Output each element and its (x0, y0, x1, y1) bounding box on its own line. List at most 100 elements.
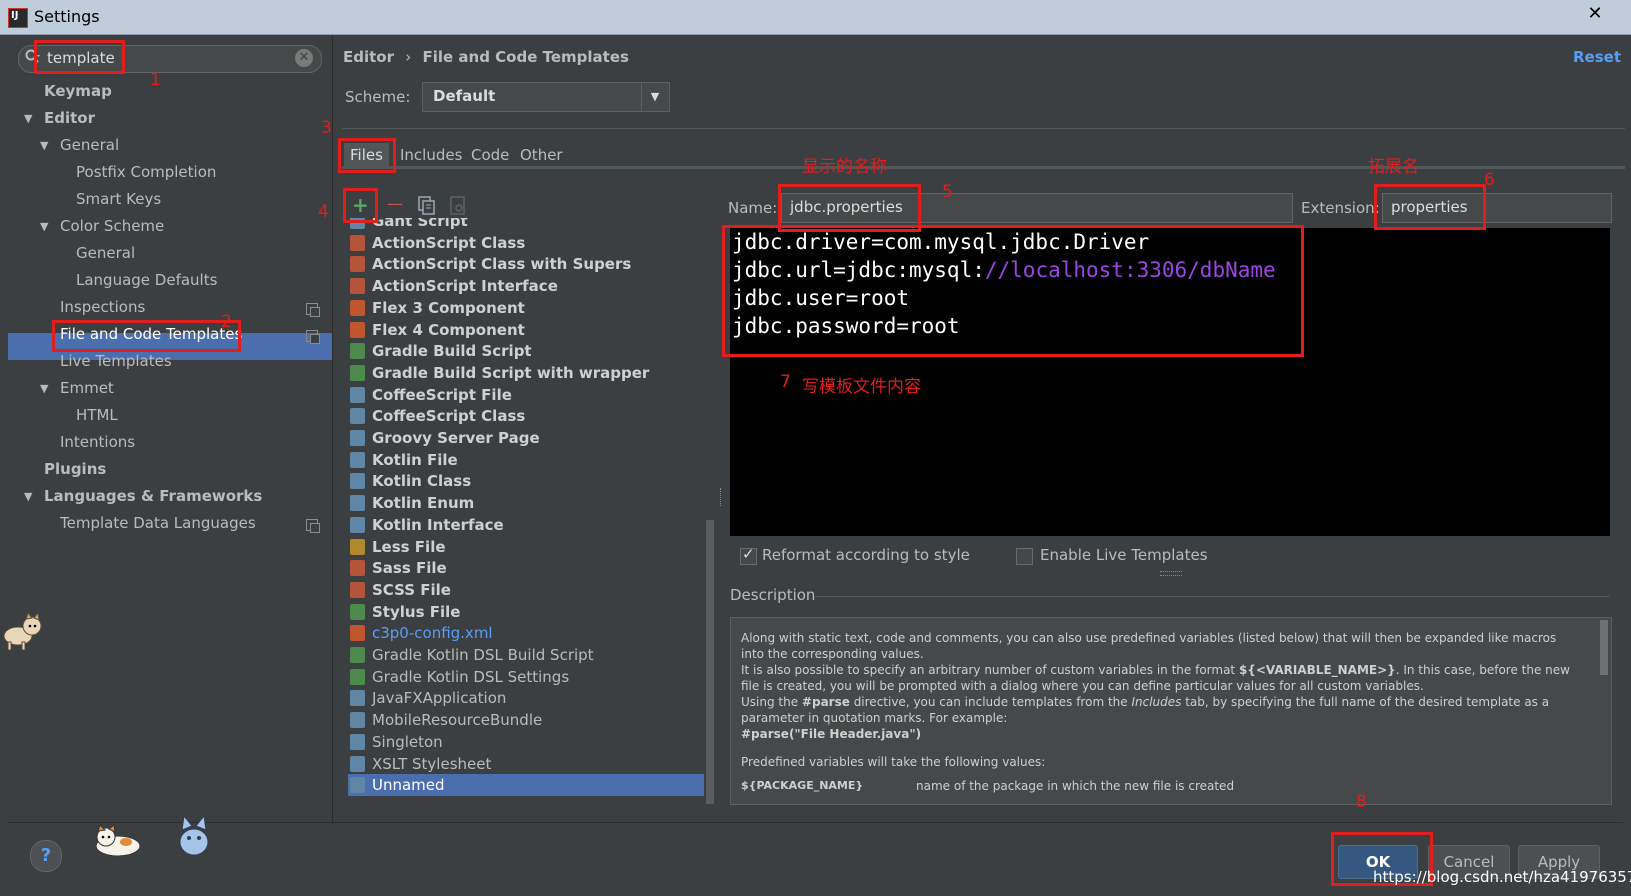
expand-arrow-icon[interactable]: ▼ (40, 139, 48, 152)
expand-arrow-icon[interactable]: ▼ (40, 382, 48, 395)
tree-item-languages-frameworks[interactable]: Languages & Frameworks (44, 483, 262, 510)
tree-item-keymap[interactable]: Keymap (44, 78, 112, 105)
template-list-item[interactable]: Kotlin Interface (348, 514, 704, 536)
expand-arrow-icon[interactable]: ▼ (24, 112, 32, 125)
description-scrollbar[interactable] (1600, 620, 1608, 675)
project-scope-icon (306, 519, 320, 533)
expand-arrow-icon[interactable]: ▼ (40, 220, 48, 233)
tree-item-template-data-languages[interactable]: Template Data Languages (60, 510, 256, 537)
template-list-item[interactable]: c3p0-config.xml (348, 622, 704, 644)
chevron-down-icon[interactable]: ▼ (641, 83, 668, 111)
tree-item-color-general[interactable]: General (76, 240, 135, 267)
watermark-text: https://blog.csdn.net/hza419763578 (1373, 868, 1631, 886)
description-panel[interactable]: Along with static text, code and comment… (730, 617, 1612, 805)
tree-item-editor[interactable]: Editor (44, 105, 95, 132)
tree-item-live-templates[interactable]: Live Templates (60, 348, 172, 375)
template-list-item-label: ActionScript Class with Supers (372, 255, 632, 274)
template-list-item-label: Kotlin Class (372, 472, 472, 491)
less-icon (350, 538, 365, 555)
scheme-dropdown[interactable]: Default ▼ (422, 82, 670, 112)
template-list-item[interactable]: Singleton (348, 731, 704, 753)
template-list-item[interactable]: Gradle Kotlin DSL Build Script (348, 644, 704, 666)
template-list-item[interactable]: Stylus File (348, 601, 704, 623)
description-code: #parse("File Header.java") (741, 727, 922, 741)
template-list-item[interactable]: Flex 4 Component (348, 319, 704, 341)
tab-other[interactable]: Other (514, 143, 569, 167)
file-list-scrollbar[interactable] (706, 520, 714, 804)
template-list-item[interactable]: CoffeeScript File (348, 384, 704, 406)
java-icon (350, 777, 365, 794)
tree-item-general[interactable]: General (60, 132, 119, 159)
template-list-item[interactable]: JavaFXApplication (348, 687, 704, 709)
tree-item-intentions[interactable]: Intentions (60, 429, 135, 456)
template-list-item[interactable]: Kotlin File (348, 449, 704, 471)
template-list-item[interactable]: ActionScript Interface (348, 275, 704, 297)
tree-item-emmet[interactable]: Emmet (60, 375, 114, 402)
reset-to-default-icon[interactable] (450, 196, 466, 220)
template-list-item[interactable]: Gradle Build Script (348, 340, 704, 362)
description-text-part: directive, you can include templates fro… (849, 695, 1132, 709)
variable-name: ${PACKAGE_NAME} (741, 779, 864, 792)
splitter-grip[interactable] (1160, 571, 1182, 576)
template-list-item[interactable]: Flex 3 Component (348, 297, 704, 319)
java-icon (350, 733, 365, 750)
template-list-item[interactable]: MobileResourceBundle (348, 709, 704, 731)
splitter-grip[interactable] (720, 488, 724, 506)
template-list-item[interactable]: Kotlin Class (348, 470, 704, 492)
template-list-item[interactable]: CoffeeScript Class (348, 405, 704, 427)
tree-item-inspections[interactable]: Inspections (60, 294, 145, 321)
tree-item-postfix-completion[interactable]: Postfix Completion (76, 159, 216, 186)
description-title: Description (730, 586, 816, 604)
java-icon (350, 690, 365, 707)
template-list-item-label: Kotlin File (372, 450, 458, 469)
reset-link[interactable]: Reset (1573, 48, 1621, 66)
tree-item-html[interactable]: HTML (76, 402, 118, 429)
mxml-icon (350, 299, 365, 316)
template-list-item[interactable]: Sass File (348, 557, 704, 579)
template-list-item[interactable]: Gradle Kotlin DSL Settings (348, 666, 704, 688)
gradle-icon (350, 343, 365, 360)
tree-item-color-scheme[interactable]: Color Scheme (60, 213, 164, 240)
template-list-item-label: Kotlin Enum (372, 494, 475, 513)
tabs-underline (342, 166, 1625, 169)
sass-icon (350, 560, 365, 577)
reformat-label[interactable]: Reformat according to style (762, 546, 970, 564)
live-templates-label[interactable]: Enable Live Templates (1040, 546, 1208, 564)
gsp-icon (350, 430, 365, 446)
template-list-item[interactable]: ActionScript Class with Supers (348, 253, 704, 275)
tree-item-plugins[interactable]: Plugins (44, 456, 106, 483)
gradle-icon (350, 364, 365, 381)
template-list-item[interactable]: Gant Script (348, 218, 704, 232)
scheme-value: Default (433, 87, 496, 105)
template-list-item[interactable]: Groovy Server Page (348, 427, 704, 449)
copy-template-icon[interactable] (418, 196, 436, 220)
tab-code[interactable]: Code (465, 143, 515, 167)
template-list-item[interactable]: Kotlin Enum (348, 492, 704, 514)
tree-item-language-defaults[interactable]: Language Defaults (76, 267, 217, 294)
template-list-item[interactable]: XSLT Stylesheet (348, 753, 704, 775)
template-list-item-label: ActionScript Class (372, 233, 526, 252)
template-list-item[interactable]: ActionScript Class (348, 232, 704, 254)
help-button[interactable]: ? (30, 840, 62, 872)
template-list-item-label: XSLT Stylesheet (372, 754, 492, 773)
live-templates-checkbox[interactable] (1016, 548, 1033, 565)
expand-arrow-icon[interactable]: ▼ (24, 490, 32, 503)
template-list-item[interactable]: SCSS File (348, 579, 704, 601)
template-list-item[interactable]: Less File (348, 536, 704, 558)
remove-icon[interactable]: — (387, 193, 403, 215)
template-list-item-label: Flex 3 Component (372, 298, 525, 317)
template-file-list[interactable]: Gant Script ActionScript Class ActionScrip… (346, 218, 706, 804)
actionscript-icon (350, 256, 365, 273)
template-list-item[interactable]: Unnamed (348, 774, 704, 797)
template-list-item-label: Gradle Build Script with wrapper (372, 363, 650, 382)
tree-item-smart-keys[interactable]: Smart Keys (76, 186, 161, 213)
separator (815, 596, 1610, 597)
tab-includes[interactable]: Includes (394, 143, 468, 167)
breadcrumb: Editor › File and Code Templates (343, 48, 629, 66)
clear-search-icon[interactable]: ✕ (295, 49, 313, 67)
description-code: ${<VARIABLE_NAME>} (1238, 663, 1396, 677)
reformat-checkbox[interactable] (740, 545, 757, 565)
template-list-item-label: Flex 4 Component (372, 320, 525, 339)
template-list-item[interactable]: Gradle Build Script with wrapper (348, 362, 704, 384)
close-icon[interactable]: ✕ (1570, 2, 1620, 26)
